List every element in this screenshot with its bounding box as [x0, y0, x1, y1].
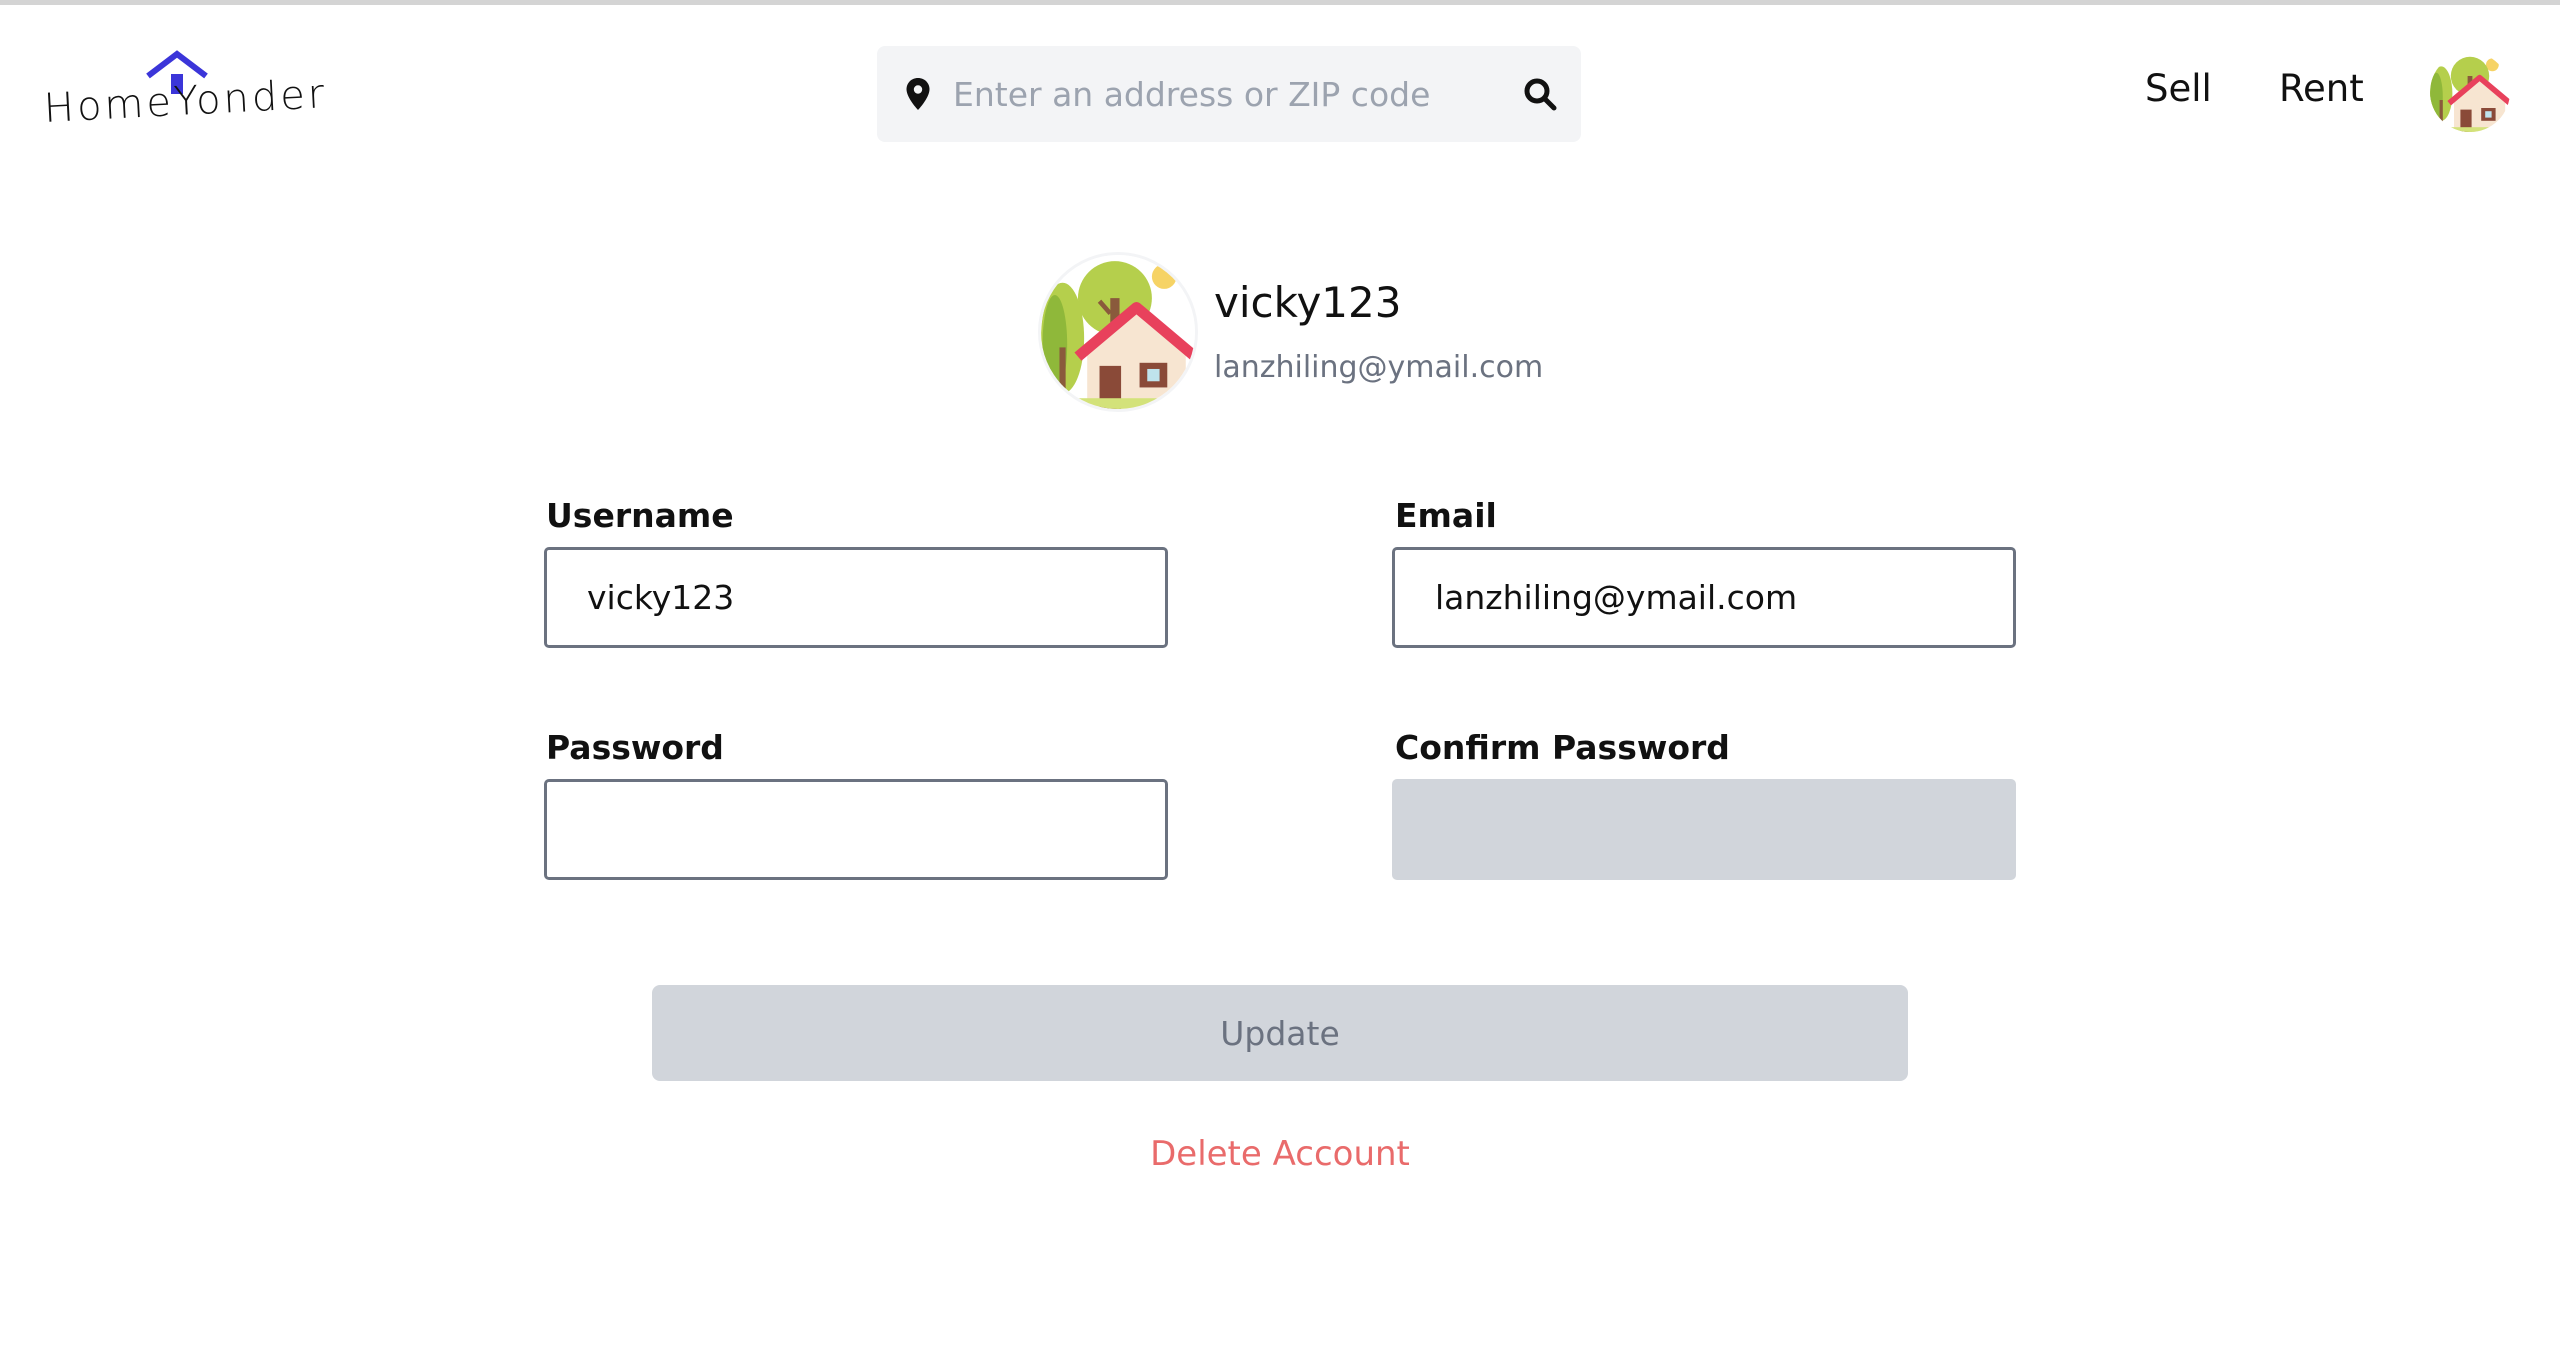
- house-avatar-icon: [1041, 255, 1195, 409]
- email-label: Email: [1395, 496, 1497, 535]
- update-button[interactable]: Update: [652, 985, 1908, 1081]
- profile-email: lanzhiling@ymail.com: [1214, 350, 1544, 385]
- username-label: Username: [546, 496, 734, 535]
- search-input[interactable]: [931, 46, 1523, 142]
- search-bar: [877, 46, 1581, 142]
- email-field[interactable]: [1392, 547, 2016, 648]
- delete-account-link[interactable]: Delete Account: [1150, 1134, 1410, 1174]
- username-field[interactable]: [544, 547, 1168, 648]
- nav-rent-link[interactable]: Rent: [2279, 67, 2364, 110]
- logo[interactable]: HomeYonder: [42, 46, 329, 146]
- user-avatar-menu[interactable]: [2430, 52, 2510, 132]
- password-field[interactable]: [544, 779, 1168, 880]
- search-icon[interactable]: [1523, 77, 1557, 111]
- house-avatar-icon: [2430, 52, 2510, 132]
- nav-sell-link[interactable]: Sell: [2145, 67, 2212, 110]
- confirm-password-label: Confirm Password: [1395, 728, 1730, 767]
- location-pin-icon: [906, 78, 930, 110]
- logo-text: HomeYonder: [42, 71, 329, 132]
- delete-account-row: Delete Account: [0, 1134, 2560, 1174]
- confirm-password-field[interactable]: [1392, 779, 2016, 880]
- profile-avatar: [1038, 252, 1198, 412]
- profile-username: vicky123: [1214, 278, 1402, 327]
- top-border: [0, 0, 2560, 5]
- password-label: Password: [546, 728, 724, 767]
